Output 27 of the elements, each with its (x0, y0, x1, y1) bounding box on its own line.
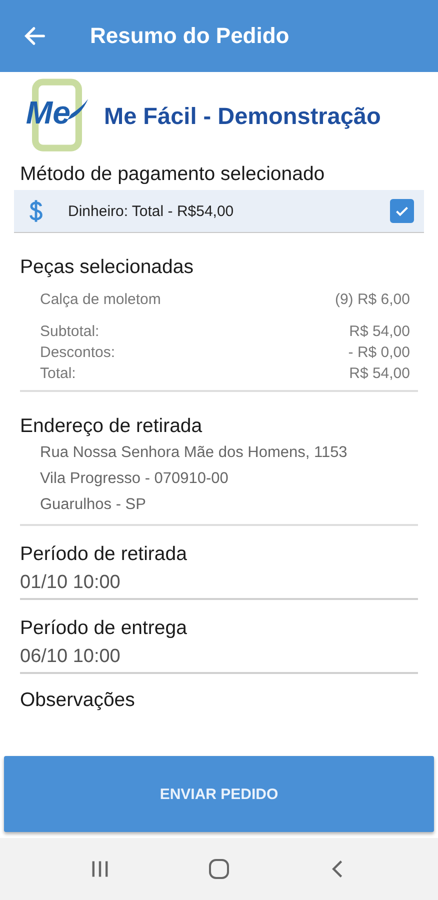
input-field[interactable]: 01/10 10:00 (20, 568, 418, 600)
payment-option[interactable]: Dinheiro: Total - R$54,00 (14, 190, 424, 233)
item-price: (9) R$ 6,00 (334, 290, 410, 310)
dollar-icon (28, 198, 44, 224)
input-field[interactable]: 06/10 10:00 (20, 642, 418, 674)
total-value: R$ 54,00 (349, 322, 410, 342)
address-line: Vila Progresso - 070910-00 (39, 469, 230, 489)
field-label: Período de retirada (20, 542, 188, 567)
address-line: Guarulhos - SP (39, 495, 147, 515)
logo-drawing: Me (24, 78, 90, 154)
section-heading: Método de pagamento selecionado (20, 162, 326, 187)
item-name: Calça de moletom (40, 290, 161, 310)
total-label: Subtotal: (40, 322, 100, 342)
address-line: Rua Nossa Senhora Mãe dos Homens, 1153 (39, 443, 348, 463)
home-icon[interactable] (208, 858, 230, 880)
section-heading: Peças selecionadas (20, 255, 194, 280)
field-label: Período de entrega (20, 616, 188, 641)
section-heading: Observações (20, 688, 136, 713)
brand-name: Me Fácil - Demonstração (104, 102, 381, 130)
total-label: Descontos: (40, 343, 116, 363)
screen-title: Resumo do Pedido (90, 23, 290, 49)
checkbox[interactable] (390, 199, 414, 223)
total-value: R$ 54,00 (349, 364, 410, 384)
payment-method: Dinheiro: Total - R$54,00 (68, 202, 235, 220)
total-label: Total: (40, 364, 76, 384)
section-heading: Endereço de retirada (20, 414, 204, 439)
total-value: - R$ 0,00 (348, 343, 410, 363)
